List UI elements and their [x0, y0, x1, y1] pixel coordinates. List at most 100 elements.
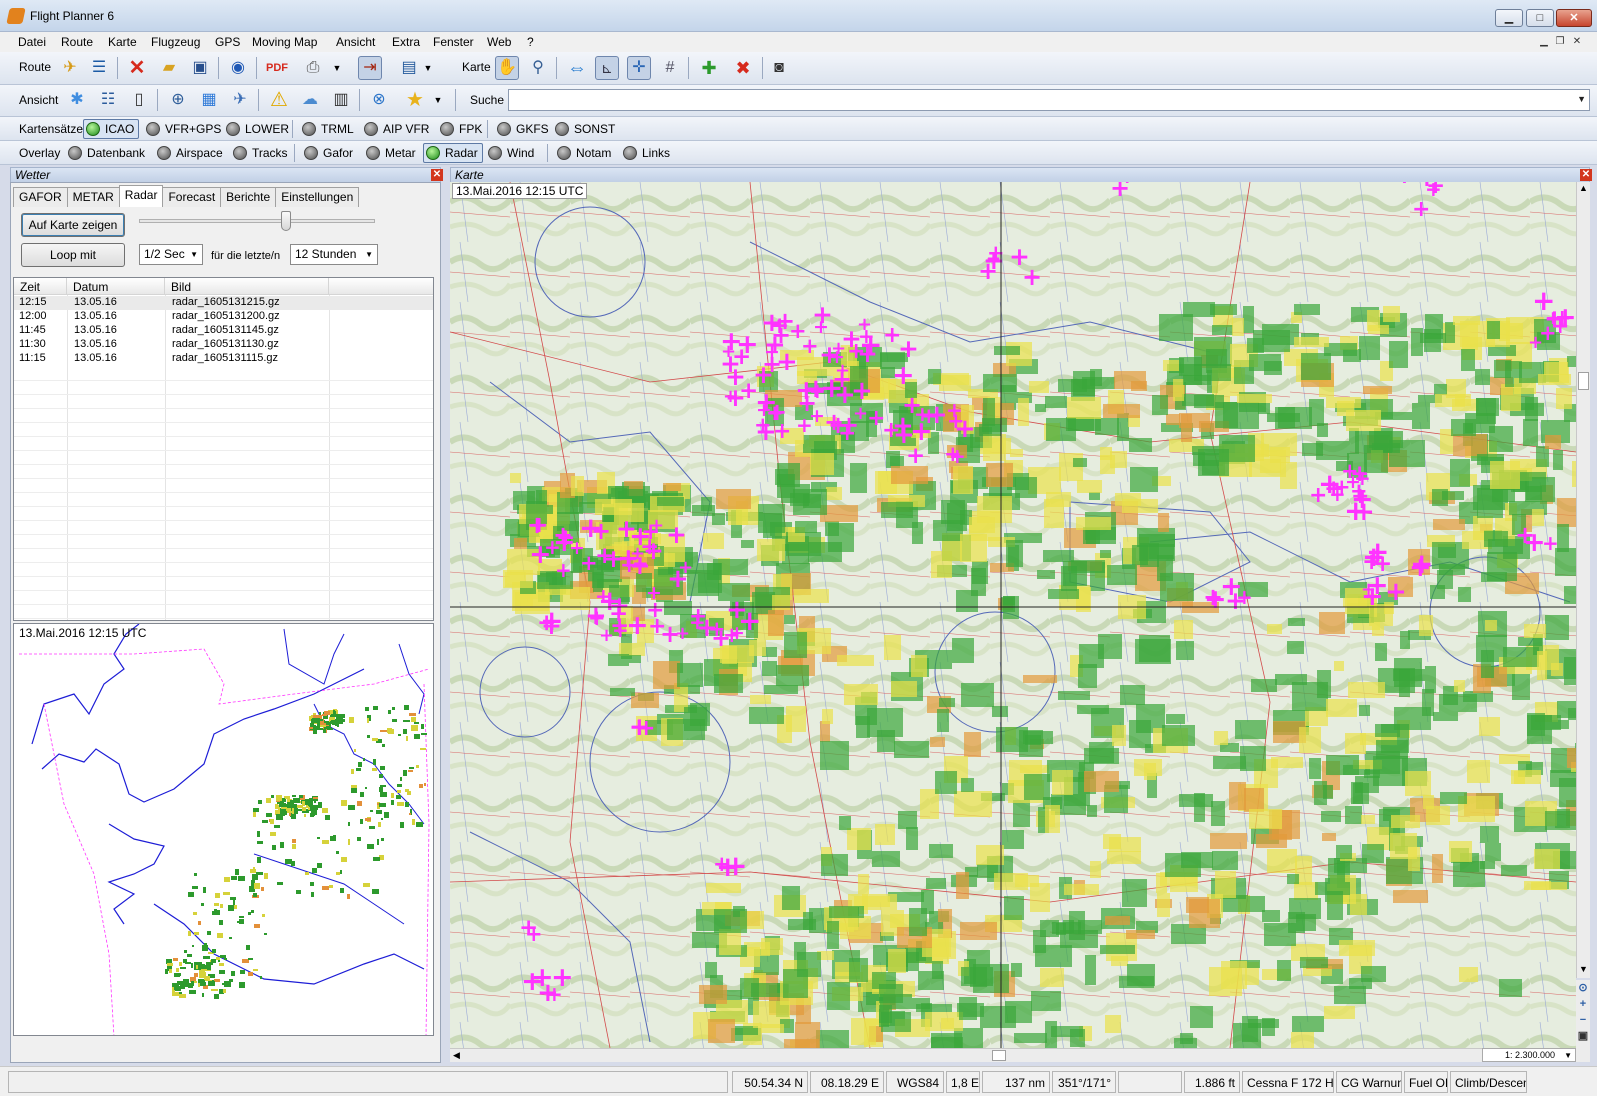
zoom-magnifier-icon[interactable]: ⚲ [526, 56, 550, 80]
loop-button[interactable]: Loop mit [21, 243, 125, 267]
tab-gafor[interactable]: GAFOR [13, 187, 68, 207]
print-icon[interactable]: ⎙ [301, 56, 325, 80]
scale-select[interactable]: 1: 2.300.000 ▼ [1482, 1048, 1576, 1062]
gps-device-icon[interactable]: ▯ [127, 88, 151, 112]
favorite-star-icon[interactable]: ★ [403, 88, 427, 112]
overlay-notam[interactable]: Notam [555, 143, 615, 163]
chartset-icao[interactable]: ICAO [83, 119, 140, 139]
chartset-gkfs[interactable]: GKFS [495, 119, 553, 139]
chartset-lower[interactable]: LOWER [224, 119, 293, 139]
map-panel-close-icon[interactable]: ✕ [1580, 169, 1592, 181]
pdf-icon[interactable]: PDF [265, 56, 289, 80]
chartset-trml[interactable]: TRML [300, 119, 358, 139]
overlay-radar[interactable]: Radar [423, 143, 483, 163]
open-folder-icon[interactable]: ▰ [157, 56, 181, 80]
scroll-down-icon[interactable]: ▼ [1579, 964, 1588, 974]
menu-ansicht[interactable]: Ansicht [336, 35, 375, 49]
search-dropdown-icon[interactable]: ▼ [1577, 94, 1586, 104]
network-icon[interactable]: ✱ [65, 88, 89, 112]
overlay-wind[interactable]: Wind [486, 143, 538, 163]
tab-radar[interactable]: Radar [118, 185, 164, 207]
map-vertical-scrollbar[interactable]: ▲ ▼ [1576, 182, 1590, 978]
chartset-aip-vfr[interactable]: AIP VFR [362, 119, 433, 139]
scroll-left-icon[interactable]: ◀ [453, 1050, 460, 1061]
chartset-sonst[interactable]: SONST [553, 119, 619, 139]
remove-waypoint-icon[interactable]: ✖ [731, 56, 755, 80]
zoom-fit-icon[interactable]: ⊙ [1577, 982, 1589, 994]
menu-extra[interactable]: Extra [392, 35, 420, 49]
close-button[interactable]: ✕ [1556, 9, 1592, 27]
route-wizard-icon[interactable]: ✈ [58, 56, 82, 80]
menu-datei[interactable]: Datei [18, 35, 46, 49]
table-row[interactable]: 12:00 13.05.16 radar_1605131200.gz [14, 310, 433, 324]
swap-arrows-icon[interactable]: ⇔ [565, 56, 589, 80]
radar-overview-map[interactable]: 13.Mai.2016 12:15 UTC [13, 623, 434, 1036]
menu-karte[interactable]: Karte [108, 35, 137, 49]
table-row[interactable]: 11:45 13.05.16 radar_1605131145.gz [14, 324, 433, 338]
chartset-vfr-gps[interactable]: VFR+GPS [144, 119, 225, 139]
save-icon[interactable]: ▣ [188, 56, 212, 80]
hand-pan-icon[interactable]: ✋ [495, 56, 519, 80]
map-horizontal-scrollbar[interactable]: ◀ [450, 1048, 1482, 1062]
crosshair-icon[interactable]: ✛ [627, 56, 651, 80]
weather-icon[interactable]: ☁ [298, 88, 322, 112]
globe-export-icon[interactable]: ◉ [226, 56, 250, 80]
camera-icon[interactable]: ◙ [767, 56, 791, 80]
menu-moving-map[interactable]: Moving Map [252, 35, 317, 49]
list-view-icon[interactable]: ☷ [96, 88, 120, 112]
mdi-restore-icon[interactable]: ❐ [1553, 35, 1567, 49]
exit-icon[interactable]: ⇥ [358, 56, 382, 80]
route-list-icon[interactable]: ☰ [87, 56, 111, 80]
grid-icon[interactable]: # [658, 56, 682, 80]
overlay-tracks[interactable]: Tracks [231, 143, 292, 163]
print-dropdown-icon[interactable]: ▼ [330, 56, 344, 80]
zoom-out-icon[interactable]: − [1577, 1014, 1589, 1026]
warning-icon[interactable]: ⚠ [267, 88, 291, 112]
vscroll-thumb[interactable] [1578, 372, 1589, 390]
chart-icon[interactable]: ▦ [197, 88, 221, 112]
opacity-slider[interactable] [281, 211, 292, 231]
measure-icon[interactable]: ⊾ [595, 56, 619, 80]
overlay-gafor[interactable]: Gafor [302, 143, 357, 163]
table-row[interactable]: 11:15 13.05.16 radar_1605131115.gz [14, 352, 433, 366]
menu-fenster[interactable]: Fenster [433, 35, 474, 49]
compass-icon[interactable]: ⊕ [166, 88, 190, 112]
menu-route[interactable]: Route [61, 35, 93, 49]
menu-flugzeug[interactable]: Flugzeug [151, 35, 200, 49]
tab-einstellungen[interactable]: Einstellungen [275, 187, 360, 207]
zoom-in-icon[interactable]: + [1577, 998, 1589, 1010]
overlay-datenbank[interactable]: Datenbank [66, 143, 149, 163]
tab-metar[interactable]: METAR [66, 187, 120, 207]
search-input[interactable] [509, 90, 1571, 110]
menu-help[interactable]: ? [527, 35, 534, 49]
mdi-minimize-icon[interactable]: ▁ [1537, 35, 1551, 49]
globe-icon[interactable]: ⊗ [367, 88, 391, 112]
column-header-image[interactable]: Bild [165, 278, 329, 295]
delete-icon[interactable]: ✕ [125, 56, 149, 80]
overlay-metar[interactable]: Metar [364, 143, 420, 163]
column-header-date[interactable]: Datum [67, 278, 165, 295]
document-icon[interactable]: ▤ [397, 56, 421, 80]
weather-panel-close-icon[interactable]: ✕ [431, 169, 443, 181]
mdi-close-icon[interactable]: ✕ [1570, 35, 1584, 49]
tab-berichte[interactable]: Berichte [220, 187, 277, 207]
column-header-time[interactable]: Zeit [14, 278, 67, 295]
menu-gps[interactable]: GPS [215, 35, 240, 49]
tab-forecast[interactable]: Forecast [162, 187, 222, 207]
document-dropdown-icon[interactable]: ▼ [421, 56, 435, 80]
maximize-button[interactable]: □ [1526, 9, 1554, 27]
interval-select[interactable]: 1/2 Sec ▼ [139, 244, 203, 265]
show-on-map-button[interactable]: Auf Karte zeigen [21, 213, 125, 237]
overlay-airspace[interactable]: Airspace [155, 143, 227, 163]
overlay-links[interactable]: Links [621, 143, 674, 163]
chartset-fpk[interactable]: FPK [438, 119, 486, 139]
film-icon[interactable]: ▥ [329, 88, 353, 112]
print-map-icon[interactable]: ▣ [1577, 1030, 1589, 1042]
menu-web[interactable]: Web [487, 35, 511, 49]
airplane-icon[interactable]: ✈ [228, 88, 252, 112]
favorite-dropdown-icon[interactable]: ▼ [431, 88, 445, 112]
scroll-up-icon[interactable]: ▲ [1579, 183, 1588, 193]
add-waypoint-icon[interactable]: ✚ [697, 56, 721, 80]
period-select[interactable]: 12 Stunden ▼ [290, 244, 378, 265]
table-row[interactable]: 11:30 13.05.16 radar_1605131130.gz [14, 338, 433, 352]
